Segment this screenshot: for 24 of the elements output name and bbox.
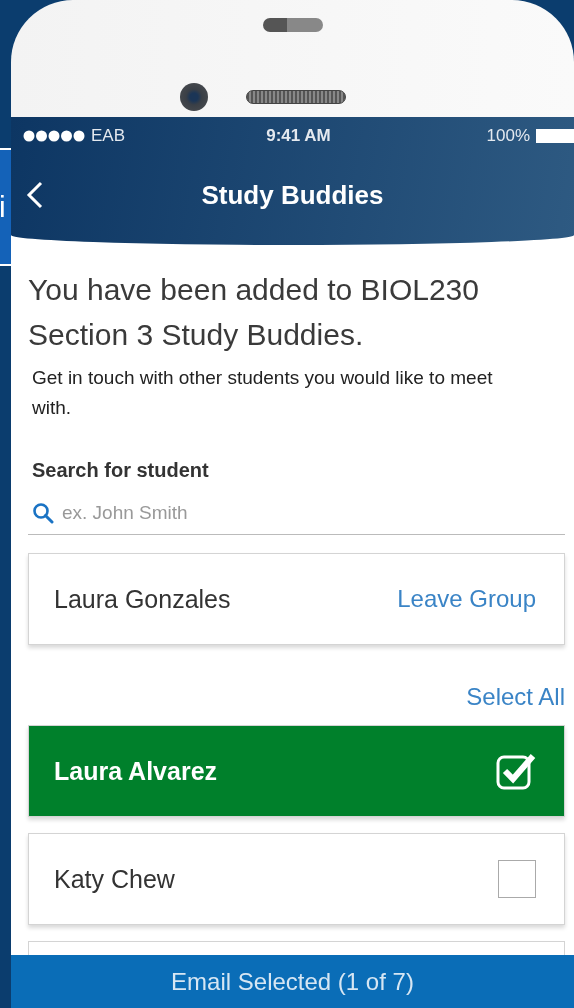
checkbox[interactable] [498,860,536,898]
member-name: Laura Gonzales [54,584,231,614]
student-row[interactable]: Laura Alvarez [28,725,565,817]
email-selected-button[interactable]: Email Selected (1 of 7) [11,955,574,1008]
student-row[interactable]: Katy Chew [28,833,565,925]
battery-icon [536,129,574,143]
sensor [262,18,323,32]
leave-group-link[interactable]: Leave Group [397,585,536,613]
search-label: Search for student [32,459,210,482]
camera [179,82,208,111]
background-text: i [0,192,6,222]
battery-text: 100% [486,126,530,146]
select-all-link[interactable]: Select All [466,683,565,711]
carrier-text: EAB [91,126,126,146]
back-icon[interactable] [25,181,45,209]
added-heading: You have been added to BIOL230 Section 3 Study Buddies. [28,272,480,353]
checkbox[interactable] [496,752,536,790]
search-icon [32,502,54,524]
screen-title: Study Buddies [200,179,385,211]
signal-icon [23,130,85,142]
time-text: 9:41 AM [266,126,331,146]
instructions-text: Get in touch with other students you would like to meet with. [32,366,494,420]
student-name: Laura Alvarez [54,756,218,786]
student-name: Katy Chew [54,864,175,894]
